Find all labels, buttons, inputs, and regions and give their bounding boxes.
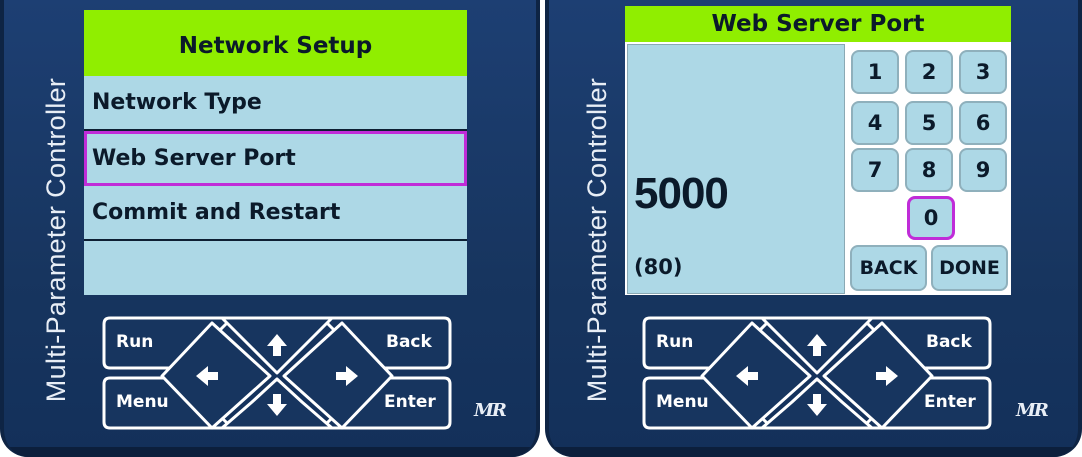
- device-side-label: Multi-Parameter Controller: [41, 77, 71, 403]
- device-side-label: Multi-Parameter Controller: [582, 77, 612, 403]
- menu-key-label[interactable]: Menu: [656, 392, 709, 412]
- hardware-keypad: Run Menu Back Enter: [102, 316, 452, 432]
- keypad-key-1[interactable]: 1: [851, 50, 899, 94]
- menu-key-label[interactable]: Menu: [116, 392, 169, 412]
- keypad-key-6[interactable]: 6: [959, 101, 1007, 145]
- menu-item-web-server-port[interactable]: Web Server Port: [84, 131, 467, 186]
- menu-item-commit-and-restart[interactable]: Commit and Restart: [84, 186, 467, 241]
- port-value: 5000: [634, 169, 729, 218]
- keypad-key-4[interactable]: 4: [851, 101, 899, 145]
- controller-panel-network-setup: Multi-Parameter Controller Network Setup…: [0, 0, 540, 457]
- back-key-label[interactable]: Back: [386, 332, 432, 352]
- screen-title: Network Setup: [84, 10, 467, 76]
- panel-bottom-edge: [4, 447, 536, 457]
- enter-key-label[interactable]: Enter: [924, 392, 976, 412]
- port-value-display: 5000 (80): [627, 44, 845, 294]
- controller-panel-web-server-port: Multi-Parameter Controller Web Server Po…: [545, 0, 1082, 457]
- keypad-back-button[interactable]: BACK: [850, 245, 927, 291]
- keypad-key-8[interactable]: 8: [905, 148, 953, 192]
- screen-title: Web Server Port: [625, 6, 1011, 42]
- keypad-done-button[interactable]: DONE: [931, 245, 1008, 291]
- brand-logo: MR: [474, 400, 507, 421]
- keypad-key-5[interactable]: 5: [905, 101, 953, 145]
- menu-item-network-type[interactable]: Network Type: [84, 76, 467, 131]
- port-default-value: (80): [634, 255, 683, 279]
- panel-bottom-edge: [549, 447, 1078, 457]
- web-server-port-screen: Web Server Port 5000 (80) 1 2 3 4 5 6 7 …: [625, 6, 1011, 295]
- keypad-key-9[interactable]: 9: [959, 148, 1007, 192]
- enter-key-label[interactable]: Enter: [384, 392, 436, 412]
- back-key-label[interactable]: Back: [926, 332, 972, 352]
- run-key-label[interactable]: Run: [116, 332, 153, 352]
- brand-logo: MR: [1016, 400, 1049, 421]
- run-key-label[interactable]: Run: [656, 332, 693, 352]
- network-setup-screen: Network Setup Network Type Web Server Po…: [84, 10, 467, 295]
- keypad-key-2[interactable]: 2: [905, 50, 953, 94]
- keypad-key-3[interactable]: 3: [959, 50, 1007, 94]
- keypad-key-7[interactable]: 7: [851, 148, 899, 192]
- keypad-key-0[interactable]: 0: [907, 196, 955, 240]
- hardware-keypad: Run Menu Back Enter: [642, 316, 992, 432]
